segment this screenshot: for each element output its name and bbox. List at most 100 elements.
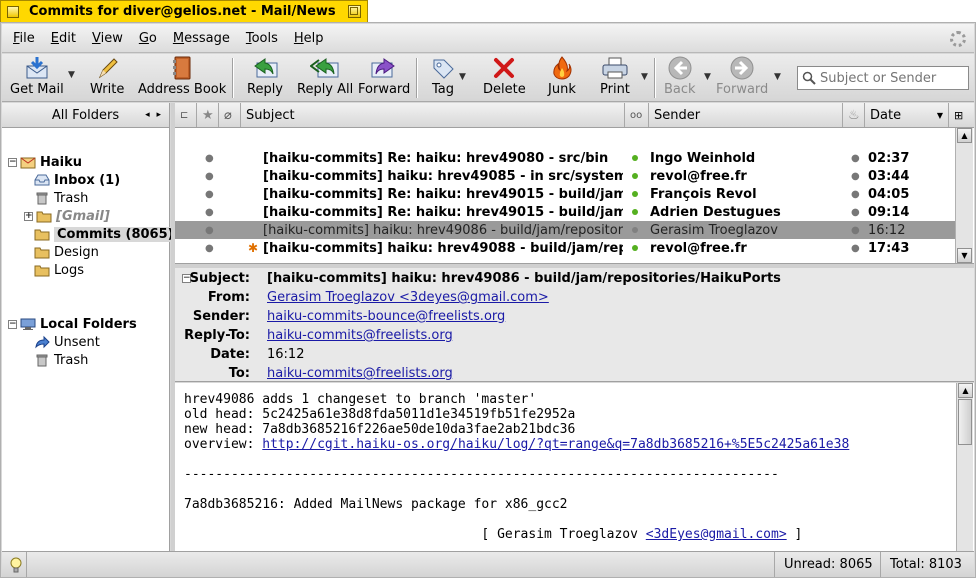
delete-button[interactable]: Delete <box>483 56 526 100</box>
thread-pane: ⊏ ★ ⌀ Subject oo Sender ♨ Date ▼ ⊞ ● [hai… <box>175 103 974 264</box>
sender-link[interactable]: haiku-commits-bounce@freelists.org <box>267 309 505 324</box>
tag-button[interactable]: Tag ▼ <box>431 56 466 100</box>
thread-scrollbar[interactable]: ▲ ▼ <box>955 128 973 263</box>
col-attachment[interactable]: ⌀ <box>219 103 241 127</box>
attachment-icon: ⌀ <box>224 107 232 123</box>
folder-icon <box>36 209 52 223</box>
folder-local-trash[interactable]: Trash <box>34 351 88 369</box>
table-row-selected[interactable]: ● [haiku-commits] haiku: hrev49086 - bui… <box>175 221 955 239</box>
author-email-link[interactable]: <3dEyes@gmail.com> <box>646 527 787 542</box>
quick-search-box[interactable] <box>797 66 969 90</box>
folder-trash[interactable]: Trash <box>34 189 88 207</box>
menu-tools[interactable]: Tools <box>246 31 278 46</box>
menu-edit[interactable]: Edit <box>51 31 76 46</box>
write-button[interactable]: Write <box>90 56 124 100</box>
body-scrollbar[interactable]: ▲ ▼ <box>956 383 973 572</box>
header-subject-row: Subject: [haiku-commits] haiku: hrev4908… <box>189 271 781 286</box>
window-close-box[interactable] <box>7 5 19 18</box>
status-lightbulb-icon[interactable] <box>2 552 22 577</box>
forward-nav-button[interactable]: Forward ▼ <box>716 56 781 100</box>
collapse-toggle[interactable]: − <box>8 157 17 167</box>
folder-logs[interactable]: Logs <box>34 261 84 279</box>
pencil-icon <box>95 56 119 80</box>
folder-gmail[interactable]: + [Gmail] <box>24 207 110 225</box>
menu-bar: File Edit View Go Message Tools Help <box>2 24 974 53</box>
scroll-thumb[interactable] <box>958 399 972 445</box>
folder-pane-header[interactable]: All Folders ◂ ▸ <box>2 103 169 128</box>
table-row[interactable]: ● [haiku-commits] Re: haiku: hrev49015 -… <box>175 203 955 221</box>
trash-icon <box>34 191 50 205</box>
menu-file[interactable]: File <box>13 31 35 46</box>
status-text <box>26 552 774 577</box>
back-button[interactable]: Back ▼ <box>664 56 711 100</box>
column-picker[interactable]: ⊞ <box>949 103 974 127</box>
menu-go[interactable]: Go <box>139 31 157 46</box>
status-bar: Unread: 8065 Total: 8103 <box>2 551 974 577</box>
search-icon <box>802 71 816 85</box>
local-folders-icon <box>20 317 36 331</box>
unsent-arrow-icon <box>34 335 50 349</box>
folder-design[interactable]: Design <box>34 243 99 261</box>
scroll-up-arrow-icon[interactable]: ▲ <box>957 128 972 143</box>
get-mail-button[interactable]: Get Mail <box>10 56 64 100</box>
col-date[interactable]: Date ▼ <box>865 103 949 127</box>
from-link[interactable]: Gerasim Troeglazov <3deyes@gmail.com> <box>267 290 549 305</box>
folder-inbox[interactable]: Inbox (1) <box>34 171 120 189</box>
table-row[interactable]: ● ✱ [haiku-commits] haiku: hrev49088 - b… <box>175 239 955 257</box>
read-dot-icon <box>632 245 638 251</box>
junk-button[interactable]: Junk <box>548 56 576 100</box>
forward-button[interactable]: Forward <box>358 56 410 100</box>
dropdown-arrow-icon: ▼ <box>68 70 75 80</box>
col-sender[interactable]: Sender <box>649 103 843 127</box>
window-title: Commits for diver@gelios.net - Mail/News <box>29 4 336 19</box>
folder-icon <box>34 227 50 241</box>
col-subject[interactable]: Subject <box>241 103 625 127</box>
search-input[interactable] <box>820 70 960 86</box>
print-button[interactable]: Print ▼ <box>600 56 648 100</box>
to-link[interactable]: haiku-commits@freelists.org <box>267 366 453 381</box>
col-read[interactable]: oo <box>625 103 649 127</box>
printer-icon <box>601 56 629 80</box>
replyto-link[interactable]: haiku-commits@freelists.org <box>267 328 453 343</box>
folder-local-folders[interactable]: − Local Folders <box>8 315 137 333</box>
table-row[interactable]: ● [haiku-commits] Re: haiku: hrev49015 -… <box>175 185 955 203</box>
account-icon <box>20 155 36 169</box>
col-star[interactable]: ★ <box>197 103 219 127</box>
col-junk[interactable]: ♨ <box>843 103 865 127</box>
window-title-tab[interactable]: Commits for diver@gelios.net - Mail/News <box>0 0 368 22</box>
dropdown-arrow-icon: ▼ <box>704 72 711 82</box>
address-book-button[interactable]: Address Book <box>138 56 226 100</box>
scroll-up-arrow-icon[interactable]: ▲ <box>958 383 973 398</box>
folder-icon <box>34 245 50 259</box>
folder-unsent[interactable]: Unsent <box>34 333 100 351</box>
message-body-pane[interactable]: hrev49086 adds 1 changeset to branch 'ma… <box>175 383 974 572</box>
table-row[interactable]: ● [haiku-commits] Re: haiku: hrev49080 -… <box>175 149 955 167</box>
menu-view[interactable]: View <box>92 31 123 46</box>
expand-toggle[interactable]: + <box>24 211 33 221</box>
reply-button[interactable]: Reply <box>247 56 283 100</box>
tag-icon <box>431 56 455 80</box>
address-book-icon <box>171 56 193 80</box>
message-header-pane: − Subject: [haiku-commits] haiku: hrev49… <box>175 268 974 382</box>
folder-account-haiku[interactable]: − Haiku <box>8 153 82 171</box>
new-message-star-icon: ✱ <box>248 241 259 255</box>
collapse-toggle[interactable]: − <box>8 319 17 329</box>
read-status-icon: oo <box>630 109 643 121</box>
reply-all-icon <box>310 56 340 80</box>
folder-view-arrows[interactable]: ◂ ▸ <box>145 110 163 120</box>
overview-link[interactable]: http://cgit.haiku-os.org/haiku/log/?qt=r… <box>262 437 849 452</box>
sort-arrow-icon: ▼ <box>936 110 943 120</box>
read-dot-icon <box>632 191 638 197</box>
window-zoom-box[interactable] <box>348 5 361 18</box>
scroll-down-arrow-icon[interactable]: ▼ <box>957 248 972 263</box>
header-to-row: To: haiku-commits@freelists.org <box>228 366 453 381</box>
menu-message[interactable]: Message <box>173 31 230 46</box>
reply-all-button[interactable]: Reply All <box>297 56 353 100</box>
col-thread[interactable]: ⊏ <box>175 103 197 127</box>
table-row[interactable]: ● [haiku-commits] haiku: hrev49085 - in … <box>175 167 955 185</box>
header-replyto-row: Reply-To: haiku-commits@freelists.org <box>184 328 453 343</box>
read-dot-icon <box>632 209 638 215</box>
menu-help[interactable]: Help <box>294 31 324 46</box>
thread-icon: ⊏ <box>180 109 189 121</box>
folder-commits[interactable]: Commits (8065) <box>34 225 177 243</box>
